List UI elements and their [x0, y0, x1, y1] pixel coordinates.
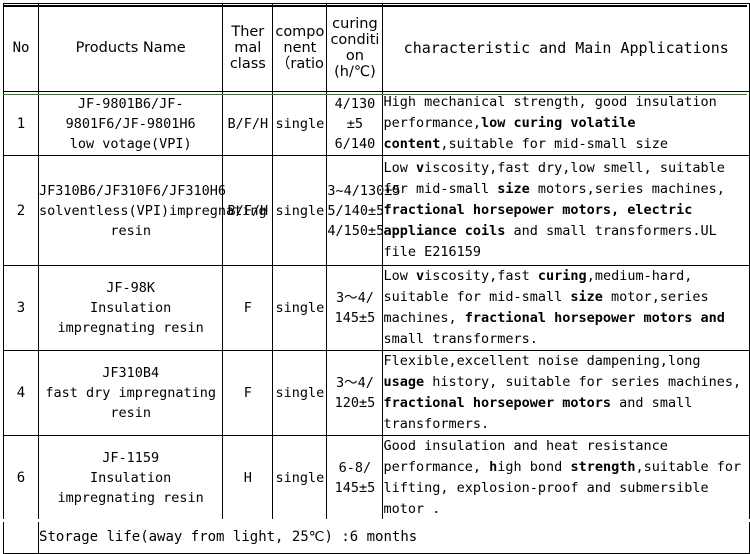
cell-characteristic: Good insulation and heat resistance perf… [382, 435, 750, 521]
cell-component: single [272, 91, 328, 156]
header-cell-no: No [2, 3, 40, 92]
cell-product-name: JF-98K Insulation impregnating resin [38, 265, 224, 351]
cell-component: single [272, 350, 328, 436]
cell-product-name: JF310B6/JF310F6/JF310H6 solventless(VPI)… [38, 155, 267, 266]
cell-curing-condition: 4/130 ±5 6/140 [326, 91, 384, 156]
table-row: 4 JF310B4 fast dry impregnating resin F … [2, 350, 750, 436]
cell-no: 3 [2, 265, 40, 351]
cell-component: single [272, 155, 328, 266]
cell-product-name: JF-9801B6/JF-9801F6/JF-9801H6 low votage… [38, 91, 224, 156]
cell-characteristic: High mechanical strength, good insulatio… [382, 91, 750, 156]
cell-component: single [272, 265, 328, 351]
cell-characteristic: Flexible,excellent noise dampening,long … [382, 350, 750, 436]
cell-no: 6 [2, 435, 40, 521]
cell-no: 1 [2, 91, 40, 156]
header-cell-characteristic: characteristic and Main Applications [382, 3, 750, 92]
cell-curing-condition: 3~4/130±5 5/140±5 4/150±5 [326, 155, 401, 266]
table-row: 1 JF-9801B6/JF-9801F6/JF-9801H6 low vota… [2, 91, 750, 156]
table-header-row: No Products Name Ther mal class compo ne… [2, 3, 750, 92]
storage-life-row: Storage life(away from light, 25℃) :6 mo… [2, 520, 750, 554]
cell-no: 2 [2, 155, 40, 266]
sheet-top-rule [3, 5, 747, 7]
header-green-separator [3, 94, 747, 95]
cell-no: 4 [2, 350, 40, 436]
footnote-blank-cell [2, 520, 40, 554]
cell-curing-condition: 3～4/ 145±5 [326, 265, 384, 351]
table-row: 3 JF-98K Insulation impregnating resin F… [2, 265, 750, 351]
cell-curing-condition: 3～4/ 120±5 [326, 350, 384, 436]
cell-product-name: JF310B4 fast dry impregnating resin [38, 350, 224, 436]
cell-product-name: JF-1159 Insulation impregnating resin [38, 435, 224, 521]
table-row: 6 JF-1159 Insulation impregnating resin … [2, 435, 750, 521]
header-cell-products-name: Products Name [38, 3, 224, 92]
table-row: 2 JF310B6/JF310F6/JF310H6 solventless(VP… [2, 155, 750, 266]
header-cell-component: compo nent （ratio [272, 3, 328, 92]
cell-characteristic: Low viscosity,fast dry,low smell, suitab… [382, 155, 750, 266]
spreadsheet-sheet: No Products Name Ther mal class compo ne… [0, 3, 750, 554]
storage-life-note: Storage life(away from light, 25℃) :6 mo… [38, 520, 750, 554]
header-cell-curing-condition: curing conditi on (h/℃) [326, 3, 384, 92]
cell-component: single [272, 435, 328, 521]
cell-thermal-class: F [222, 350, 274, 436]
cell-thermal-class: F [222, 265, 274, 351]
products-table: No Products Name Ther mal class compo ne… [2, 3, 750, 554]
sheet-bottom-strip [0, 519, 750, 522]
cell-characteristic: Low viscosity,fast curing,medium-hard, s… [382, 265, 750, 351]
cell-thermal-class: B/F/H [222, 91, 274, 156]
cell-curing-condition: 6-8/ 145±5 [326, 435, 384, 521]
cell-thermal-class: H [222, 435, 274, 521]
header-cell-thermal-class: Ther mal class [222, 3, 274, 92]
cell-thermal-class: B/F/H [222, 155, 274, 266]
